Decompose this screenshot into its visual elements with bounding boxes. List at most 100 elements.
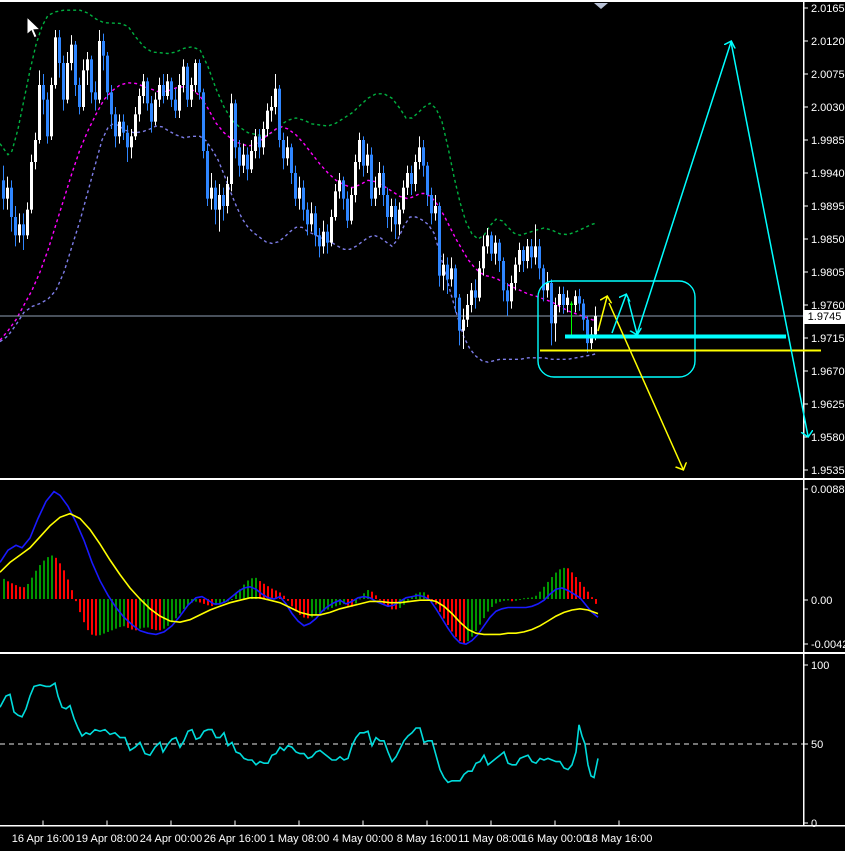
candle-body	[34, 140, 37, 162]
macd-histogram-bar	[571, 572, 573, 599]
candle-body	[162, 85, 165, 96]
candle-body	[246, 154, 249, 170]
macd-histogram-bar	[379, 599, 381, 601]
yellow-projection-arrow[interactable]	[608, 302, 683, 469]
macd-histogram-bar	[559, 569, 561, 599]
macd-histogram-bar	[327, 599, 329, 610]
candle-body	[282, 140, 285, 159]
panel-separator	[0, 478, 845, 480]
time-axis-label: 24 Apr 00:00	[140, 833, 202, 845]
candle-body	[378, 173, 381, 188]
candle-body	[110, 92, 113, 115]
candle-body	[310, 213, 313, 225]
candle-body	[102, 41, 105, 56]
candle-body	[54, 37, 57, 85]
candle-body	[222, 195, 225, 206]
yellow-projection-arrow[interactable]	[597, 297, 607, 332]
candle-body	[530, 246, 533, 258]
mt4-chart-window: { "price_axis": { "current_price": "1.97…	[0, 0, 845, 851]
candle-body	[262, 129, 265, 148]
consolidation-box[interactable]	[537, 280, 696, 378]
candle-body	[466, 305, 469, 320]
macd-histogram-bar	[151, 599, 153, 630]
macd-axis-label: 0.00881	[811, 484, 845, 496]
candle-body	[126, 132, 129, 148]
macd-histogram-bar	[523, 598, 525, 600]
candle-body	[82, 70, 85, 107]
macd-axis-label: 0.00	[811, 595, 832, 607]
cyan-projection-arrow[interactable]	[636, 42, 731, 335]
candle-body	[106, 55, 109, 93]
candle-body	[238, 147, 241, 166]
price-axis-label: 1.9580	[811, 432, 845, 444]
candle-body	[122, 121, 125, 133]
candle-body	[198, 63, 201, 93]
drawn-objects[interactable]	[537, 41, 821, 469]
candle-body	[294, 173, 297, 199]
chart-canvas[interactable]: 2.0165 2.0120 2.0075 2.0030 1.9985 1.9940 1.98…	[0, 0, 845, 851]
macd-histogram-bar	[199, 599, 201, 603]
price-axis-label: 1.9850	[811, 234, 845, 246]
macd-histogram-bar	[79, 599, 81, 613]
candle-body	[214, 187, 217, 210]
macd-histogram-bar	[563, 567, 565, 599]
price-axis-label: 1.9670	[811, 366, 845, 378]
macd-histogram-bar	[407, 599, 409, 601]
panel-separator	[0, 652, 845, 654]
macd-histogram-bar	[591, 597, 593, 599]
candle-body	[390, 206, 393, 217]
macd-histogram-bar	[447, 599, 449, 626]
macd-histogram-bar	[443, 599, 445, 619]
macd-histogram-bar	[291, 599, 293, 607]
candle-body	[50, 85, 53, 137]
candle-body	[406, 173, 409, 188]
axis-labels: 2.0165 2.0120 2.0075 2.0030 1.9985 1.9940 1.98…	[12, 3, 845, 845]
candle-body	[14, 217, 17, 236]
candle-body	[190, 85, 193, 100]
candle-body	[186, 66, 189, 100]
candle-body	[74, 44, 77, 85]
macd-histogram-bar	[567, 568, 569, 599]
macd-histogram-bar	[55, 557, 57, 599]
cyan-projection-arrow[interactable]	[730, 41, 808, 436]
candle-body	[522, 250, 525, 261]
candle-body	[18, 224, 21, 236]
price-axis-label: 1.9535	[811, 465, 845, 477]
candle-body	[306, 209, 309, 225]
candle-body	[370, 154, 373, 199]
candle-body	[290, 147, 293, 173]
price-axis-label: 1.9895	[811, 201, 845, 213]
candle-body	[550, 283, 553, 324]
candle-body	[494, 242, 497, 254]
candle-body	[402, 187, 405, 210]
candle-body	[226, 184, 229, 206]
rsi-axis-label: 0	[811, 818, 817, 830]
time-axis-label: 8 May 16:00	[397, 833, 458, 845]
candle-body	[394, 206, 397, 225]
macd-histogram-bar	[307, 599, 309, 619]
candlesticks	[2, 30, 597, 353]
rsi-indicator	[0, 681, 803, 784]
price-axis-label: 2.0075	[811, 69, 845, 81]
candle-body	[330, 217, 333, 243]
macd-histogram-bar	[127, 599, 129, 628]
macd-histogram-bar	[95, 599, 97, 636]
candle-body	[442, 264, 445, 276]
macd-histogram-bar	[15, 585, 17, 599]
candle-body	[206, 151, 209, 199]
macd-histogram-bar	[103, 599, 105, 634]
candle-body	[474, 290, 477, 298]
macd-histogram-bar	[303, 599, 305, 618]
macd-histogram-bar	[463, 599, 465, 644]
macd-histogram-bar	[503, 599, 505, 601]
macd-histogram-bar	[375, 595, 377, 599]
macd-histogram-bar	[59, 563, 61, 599]
macd-histogram-bar	[183, 599, 185, 609]
macd-histogram-bar	[99, 599, 101, 636]
candle-body	[538, 246, 541, 269]
candle-body	[362, 140, 365, 166]
price-axis-label: 1.9625	[811, 399, 845, 411]
macd-histogram-bar	[499, 599, 501, 602]
candle-body	[158, 85, 161, 100]
bb-upper-line	[0, 9, 598, 240]
